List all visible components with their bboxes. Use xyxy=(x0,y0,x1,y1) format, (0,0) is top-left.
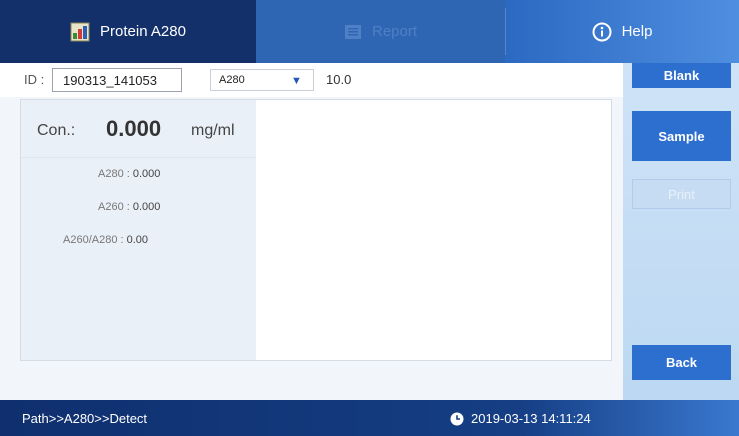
id-input[interactable] xyxy=(52,68,182,92)
ratio-label: A260/A280 : xyxy=(63,234,127,246)
print-button[interactable]: Print xyxy=(632,179,731,209)
ratio-value: 0.00 xyxy=(126,234,149,246)
method-select[interactable]: A280 ▼ xyxy=(210,69,314,91)
info-icon xyxy=(592,22,612,42)
top-tab-bar: Protein A280 Report Help xyxy=(0,0,739,63)
tab-label: Protein A280 xyxy=(100,23,186,40)
concentration-unit: mg/ml xyxy=(191,122,235,139)
divider xyxy=(21,157,256,158)
a260-row: A260 : 0.000 xyxy=(98,201,160,213)
method-select-value: A280 xyxy=(219,74,245,86)
action-sidebar: Blank Sample Print Back xyxy=(623,63,739,400)
datetime-display: 2019-03-13 14:11:24 xyxy=(450,411,591,426)
id-label: ID : xyxy=(24,72,45,87)
a280-label: A280 : xyxy=(98,168,133,180)
tab-label: Help xyxy=(621,23,653,40)
concentration-label: Con.: xyxy=(37,122,76,139)
datetime-text: 2019-03-13 14:11:24 xyxy=(471,411,591,426)
main-area: Con.: 0.000 mg/ml A280 : 0.000 A260 : 0.… xyxy=(0,97,623,400)
tab-label: Report xyxy=(371,23,418,40)
a280-value: 0.000 xyxy=(132,168,161,180)
dropdown-arrow-icon: ▼ xyxy=(291,75,302,87)
tab-report[interactable]: Report xyxy=(256,0,505,63)
protein-app-icon xyxy=(70,22,90,42)
results-column: Con.: 0.000 mg/ml A280 : 0.000 A260 : 0.… xyxy=(21,100,256,360)
clock-icon xyxy=(450,412,464,426)
a260-label: A260 : xyxy=(98,201,133,213)
ratio-row: A260/A280 : 0.00 xyxy=(63,234,148,246)
blank-button[interactable]: Blank xyxy=(632,63,731,88)
status-bar: Path>>A280>>Detect 2019-03-13 14:11:24 xyxy=(0,400,739,436)
tab-help[interactable]: Help xyxy=(505,0,739,63)
factor-value: 10.0 xyxy=(326,72,352,87)
results-panel: Con.: 0.000 mg/ml A280 : 0.000 A260 : 0.… xyxy=(20,99,612,361)
sample-button[interactable]: Sample xyxy=(632,111,731,161)
breadcrumb-path: Path>>A280>>Detect xyxy=(22,411,148,426)
a260-value: 0.000 xyxy=(132,201,161,213)
back-button[interactable]: Back xyxy=(632,345,731,380)
report-icon xyxy=(344,23,362,41)
concentration-value: 0.000 xyxy=(106,116,162,141)
tab-protein-a280[interactable]: Protein A280 xyxy=(0,0,256,63)
id-row: ID : A280 ▼ 10.0 xyxy=(0,63,623,97)
a280-row: A280 : 0.000 xyxy=(98,168,160,180)
